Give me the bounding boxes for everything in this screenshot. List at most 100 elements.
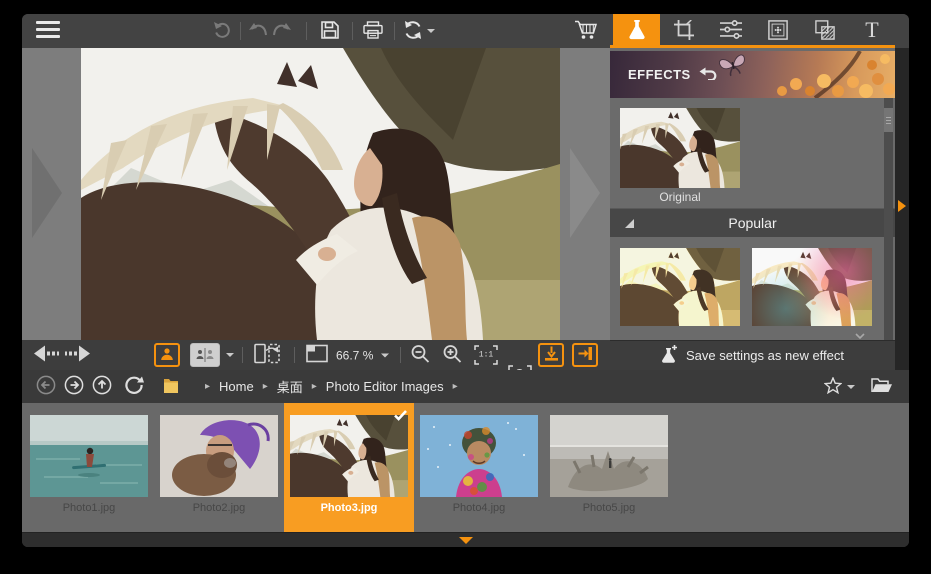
back-button[interactable] xyxy=(36,375,56,398)
print-icon xyxy=(363,21,383,42)
refresh-icon xyxy=(124,375,144,398)
actual-size-button[interactable]: 1:1 xyxy=(474,345,498,365)
star-icon xyxy=(824,377,842,397)
collapse-triangle-icon xyxy=(624,218,635,229)
breadcrumb-separator: ▸ xyxy=(312,381,317,392)
breadcrumb-separator: ▸ xyxy=(453,381,458,392)
close-editor-button[interactable] xyxy=(572,343,598,367)
tab-text[interactable]: T xyxy=(848,14,895,48)
photo2-thumbnail xyxy=(160,415,278,497)
frame-icon xyxy=(768,20,788,43)
sync-caret-icon xyxy=(427,29,435,33)
current-folder-button[interactable] xyxy=(162,377,180,397)
scroll-down-chevron-icon[interactable] xyxy=(855,326,865,340)
circle-arrow-right-icon xyxy=(64,375,84,398)
reset-button[interactable] xyxy=(210,14,234,48)
photo2-label: Photo2.jpg xyxy=(154,502,284,514)
download-tray-icon xyxy=(544,346,559,364)
photo3-thumbnail xyxy=(290,415,408,497)
magnifier-minus-icon xyxy=(410,344,430,367)
print-button[interactable] xyxy=(360,14,386,48)
next-photo-button[interactable] xyxy=(64,346,90,365)
store-button[interactable] xyxy=(572,14,600,48)
orientation-button[interactable] xyxy=(254,343,282,368)
tab-crop[interactable] xyxy=(660,14,707,48)
save-effect-button[interactable]: Save settings as new effect xyxy=(610,340,895,370)
breadcrumb-photo-editor-images[interactable]: Photo Editor Images xyxy=(326,379,444,394)
collapse-filmstrip-icon[interactable] xyxy=(459,537,473,544)
photo3-label: Photo3.jpg xyxy=(284,502,414,514)
app-window: T xyxy=(22,14,909,547)
screen-fit-icon xyxy=(306,345,328,366)
arrow-right-icon xyxy=(64,346,90,365)
filmstrip-item-photo3[interactable]: Photo3.jpg xyxy=(284,403,414,532)
effects-panel: EFFECTS Original Popular xyxy=(610,48,895,370)
effects-panel-title[interactable]: EFFECTS xyxy=(628,67,718,83)
expander-arrow-icon xyxy=(898,200,906,212)
breadcrumb-separator: ▸ xyxy=(263,381,268,392)
export-button[interactable] xyxy=(538,343,564,367)
flask-icon xyxy=(627,19,647,44)
zoom-in-button[interactable] xyxy=(442,344,462,367)
switch-layout-icon xyxy=(254,343,282,368)
zoom-out-button[interactable] xyxy=(410,344,430,367)
single-view-button[interactable] xyxy=(154,343,180,367)
previous-photo-button[interactable] xyxy=(34,346,60,365)
divider xyxy=(294,347,295,363)
light-leak-overlay xyxy=(752,248,872,326)
filmstrip-item-photo1[interactable]: Photo1.jpg xyxy=(24,403,154,532)
bottom-bar xyxy=(22,532,909,547)
up-button[interactable] xyxy=(92,375,112,398)
panel-expander-strip[interactable] xyxy=(895,48,909,370)
canvas-toolbar: 66.7 % 1:1 xyxy=(22,340,610,370)
text-tool-icon: T xyxy=(862,19,882,44)
flask-plus-icon xyxy=(661,345,678,366)
folder-icon xyxy=(162,377,180,397)
save-button[interactable] xyxy=(318,14,342,48)
open-folder-button[interactable] xyxy=(871,377,893,397)
photo1-thumbnail xyxy=(30,415,148,497)
scrollbar-handle[interactable] xyxy=(884,108,893,132)
divider xyxy=(400,347,401,363)
tab-overlays[interactable] xyxy=(801,14,848,48)
original-thumb[interactable] xyxy=(620,108,740,188)
actual-size-label: 1:1 xyxy=(474,351,498,360)
photo1-label: Photo1.jpg xyxy=(24,502,154,514)
filmstrip-item-photo4[interactable]: Photo4.jpg xyxy=(414,403,544,532)
divider xyxy=(240,22,241,40)
zoom-level-control[interactable]: 66.7 % xyxy=(306,345,389,366)
redo-button[interactable] xyxy=(270,14,292,48)
butterfly-icon xyxy=(719,54,748,77)
refresh-button[interactable] xyxy=(124,375,144,398)
redo-icon xyxy=(271,23,291,40)
watermark-chevron xyxy=(570,148,600,238)
undo-button[interactable] xyxy=(248,14,270,48)
filmstrip-item-photo2[interactable]: Photo2.jpg xyxy=(154,403,284,532)
sync-icon xyxy=(403,20,423,43)
sync-button[interactable] xyxy=(402,14,436,48)
main-photo[interactable] xyxy=(81,48,560,340)
divider xyxy=(242,347,243,363)
popular-section-label: Popular xyxy=(635,215,870,231)
circle-arrow-up-icon xyxy=(92,375,112,398)
original-label: Original xyxy=(620,190,740,204)
breadcrumb-home[interactable]: Home xyxy=(219,379,254,394)
tab-effects[interactable] xyxy=(613,14,660,48)
adjust-sliders-icon xyxy=(720,20,742,42)
favorites-caret-icon xyxy=(847,385,855,389)
favorites-button[interactable] xyxy=(824,377,855,397)
effect-thumb-light-leak[interactable] xyxy=(752,248,872,326)
tab-frames[interactable] xyxy=(754,14,801,48)
filmstrip: Photo1.jpg Photo2.jpg Photo3.jpg Photo4.… xyxy=(22,403,909,532)
zoom-level-caret-icon xyxy=(381,353,389,357)
tab-adjust[interactable] xyxy=(707,14,754,48)
zoom-level-value: 66.7 % xyxy=(336,348,373,362)
filmstrip-item-photo5[interactable]: Photo5.jpg xyxy=(544,403,674,532)
popular-section-header[interactable]: Popular xyxy=(610,209,895,237)
compare-view-button[interactable] xyxy=(190,343,234,367)
forward-button[interactable] xyxy=(64,375,84,398)
effects-scrollbar[interactable] xyxy=(884,98,893,340)
menu-button[interactable] xyxy=(34,14,62,48)
effect-thumb-vintage[interactable] xyxy=(620,248,740,326)
breadcrumb-desktop[interactable]: 桌面 xyxy=(277,377,303,396)
